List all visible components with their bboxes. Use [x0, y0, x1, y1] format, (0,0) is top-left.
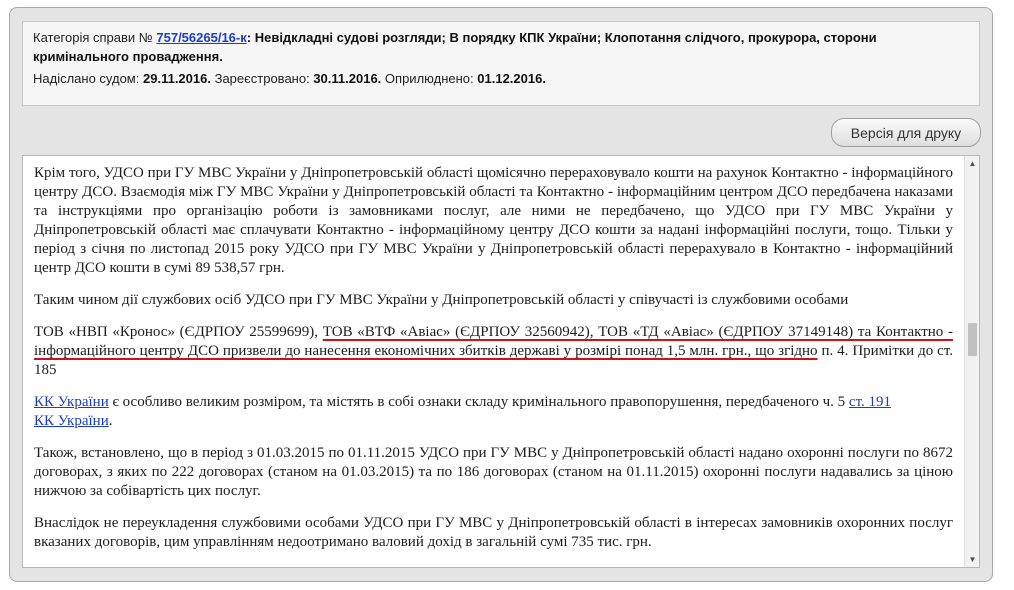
paragraph-6: Внаслідок не переукладення службовими ос…: [34, 515, 953, 550]
kk-ukraine-link-2[interactable]: КК України: [34, 413, 109, 429]
case-number-link[interactable]: 757/56265/16-к: [156, 30, 246, 45]
case-info-box: Категорія справи № 757/56265/16-к: Невід…: [22, 21, 980, 106]
paragraph-4-text: є особливо великим розміром, та містять …: [108, 394, 849, 410]
paragraph-4: КК України є особливо великим розміром, …: [34, 393, 953, 431]
document-viewer[interactable]: Крім того, УДСО при ГУ МВС України у Дні…: [22, 155, 980, 568]
print-version-button[interactable]: Версія для друку: [831, 118, 981, 147]
case-panel: Категорія справи № 757/56265/16-к: Невід…: [9, 7, 993, 582]
paragraph-4-end: .: [108, 413, 113, 429]
published-label: Оприлюднено:: [384, 71, 474, 86]
sent-label: Надіслано судом:: [33, 71, 140, 86]
sent-date: 29.11.2016.: [143, 71, 211, 86]
scroll-up-icon[interactable]: ▲: [965, 156, 979, 171]
kk-ukraine-link[interactable]: КК України: [34, 394, 109, 410]
document-text: Крім того, УДСО при ГУ МВС України у Дні…: [23, 156, 965, 567]
registered-label: Зареєстровано:: [214, 71, 310, 86]
article-191-link[interactable]: ст. 191: [849, 394, 891, 410]
paragraph-1: Крім того, УДСО при ГУ МВС України у Дні…: [34, 165, 953, 276]
case-category-line: Категорія справи № 757/56265/16-к: Невід…: [33, 28, 969, 66]
paragraph-2: Таким чином дії службових осіб УДСО при …: [34, 292, 849, 308]
case-dates-line: Надіслано судом: 29.11.2016. Зареєстрова…: [33, 69, 969, 88]
paragraph-3-start: ТОВ «НВП «Кронос» (ЄДРПОУ 25599699),: [34, 324, 323, 340]
published-date: 01.12.2016.: [477, 71, 546, 86]
category-colon: :: [246, 30, 252, 45]
category-label: Категорія справи №: [33, 30, 153, 45]
paragraph-5: Також, встановлено, що в період з 01.03.…: [34, 445, 953, 499]
paragraph-3: ТОВ «НВП «Кронос» (ЄДРПОУ 25599699), ТОВ…: [34, 323, 953, 380]
registered-date: 30.11.2016.: [313, 71, 382, 86]
scroll-down-icon[interactable]: ▼: [965, 552, 979, 567]
document-scrollbar[interactable]: ▲ ▼: [964, 156, 979, 567]
scrollbar-thumb[interactable]: [968, 323, 977, 356]
